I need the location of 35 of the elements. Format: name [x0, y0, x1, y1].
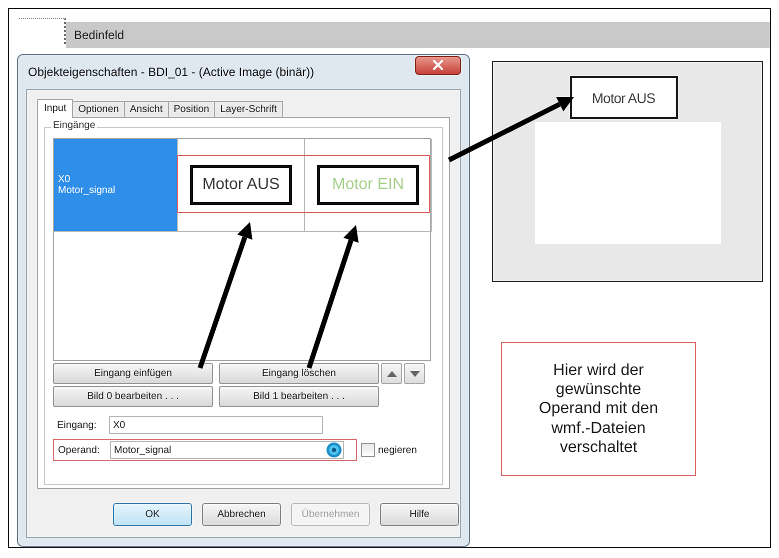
close-icon: [432, 60, 444, 70]
field-label: Operand:: [58, 444, 101, 456]
image-preview: Motor AUS: [190, 165, 292, 205]
button[interactable]: Abbrechen: [202, 503, 281, 526]
button[interactable]: Hilfe: [380, 503, 459, 526]
checkbox[interactable]: [361, 443, 375, 457]
button[interactable]: Bild 1 bearbeiten . . .: [219, 386, 379, 407]
tab[interactable]: Position: [168, 101, 216, 117]
button[interactable]: Eingang einfügen: [53, 363, 213, 384]
move-down-button[interactable]: [404, 363, 425, 384]
input-name: X0: [58, 174, 70, 185]
browse-icon: [326, 442, 342, 458]
operand-field[interactable]: Motor_signal: [110, 441, 344, 459]
input-field[interactable]: X0: [109, 416, 323, 434]
note-box: Hier wird der gewünschte Operand mit den wmf.-Dateien verschaltet: [501, 342, 696, 476]
down-triangle-icon: [410, 370, 420, 376]
input-operand: Motor_signal: [58, 185, 116, 196]
group-label: Eingänge: [51, 120, 98, 131]
up-triangle-icon: [386, 370, 396, 376]
checkbox-label: negieren: [378, 444, 417, 456]
button[interactable]: Eingang löschen: [219, 363, 379, 384]
image-preview: Motor EIN: [317, 165, 419, 205]
header-title: Bedinfeld: [74, 28, 124, 42]
tab[interactable]: Optionen: [72, 101, 125, 117]
tab[interactable]: Input: [37, 99, 74, 118]
window-title: Objekteigenschaften - BDI_01 - (Active Image (binär)): [27, 65, 314, 79]
button[interactable]: Bild 0 bearbeiten . . .: [53, 386, 213, 407]
close-button[interactable]: [415, 56, 461, 74]
tab[interactable]: Ansicht: [124, 101, 169, 117]
move-up-button[interactable]: [381, 363, 402, 384]
image-preview: Motor AUS: [570, 76, 678, 119]
field-value: Motor_signal: [114, 444, 172, 456]
tab[interactable]: Layer-Schrift: [214, 101, 283, 117]
field-label: Eingang:: [57, 420, 98, 430]
button[interactable]: OK: [113, 503, 192, 526]
